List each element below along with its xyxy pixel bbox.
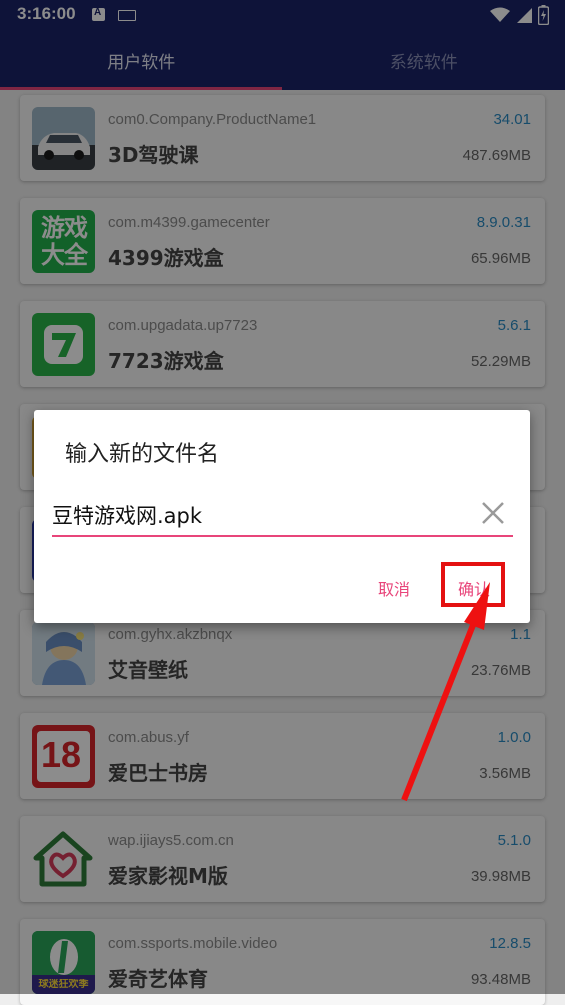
cancel-button[interactable]: 取消 — [378, 576, 410, 600]
highlight-box — [441, 562, 505, 607]
filename-input[interactable] — [52, 495, 513, 537]
dialog-title: 输入新的文件名 — [65, 436, 219, 468]
clear-icon[interactable] — [478, 498, 508, 528]
